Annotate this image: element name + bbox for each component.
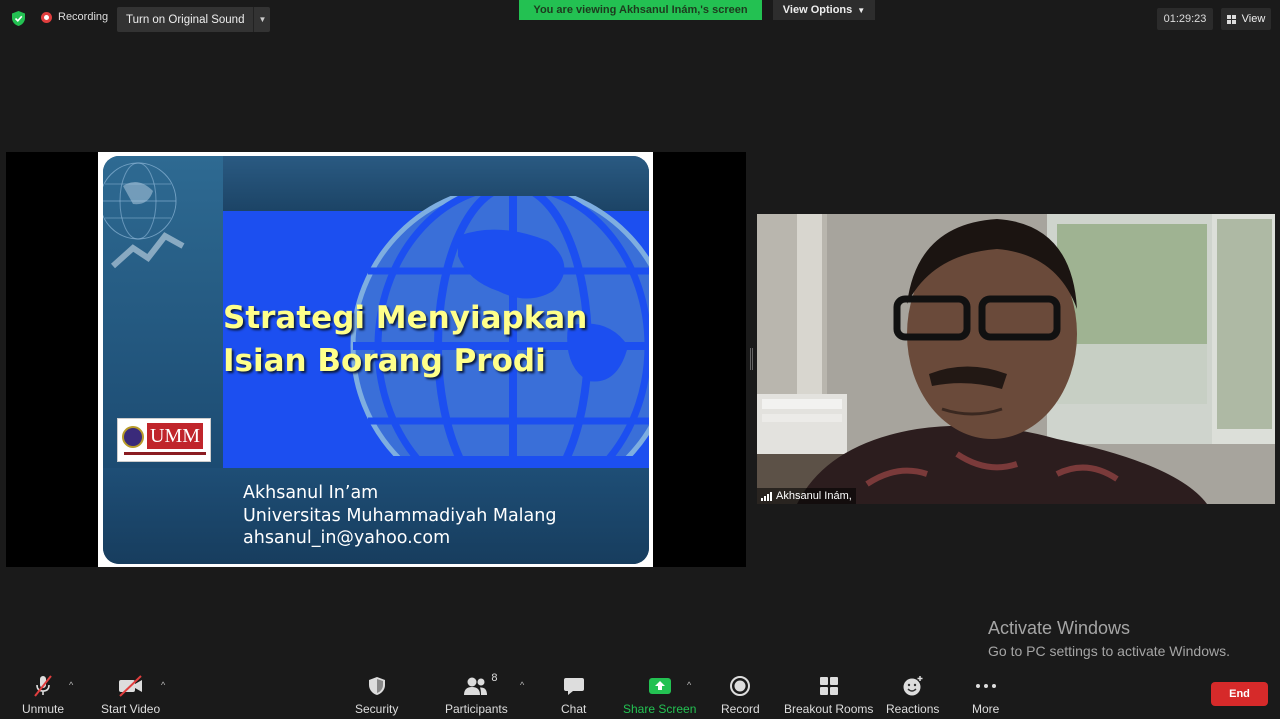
security-shield-icon[interactable]	[10, 10, 27, 27]
smiley-plus-icon[interactable]	[901, 674, 925, 698]
muted-microphone-icon[interactable]	[31, 674, 55, 698]
umm-logo-subline	[124, 452, 206, 455]
more-button[interactable]: More	[972, 674, 999, 716]
chat-bubble-icon[interactable]	[563, 674, 585, 698]
panel-resize-handle[interactable]	[750, 348, 753, 370]
participants-label[interactable]: Participants	[445, 702, 508, 716]
share-screen-label[interactable]: Share Screen	[623, 702, 696, 716]
security-button[interactable]: Security	[355, 674, 398, 716]
slide-title-line2: Isian Borang Prodi	[223, 343, 546, 379]
unmute-button[interactable]: Unmute	[22, 674, 64, 716]
watermark-title: Activate Windows	[988, 618, 1131, 638]
slide-left-panel: UMM	[103, 156, 223, 468]
record-button[interactable]: Record	[721, 674, 760, 716]
participants-icon[interactable]: 8	[463, 672, 497, 698]
video-off-icon[interactable]	[117, 674, 145, 698]
reactions-button[interactable]: Reactions	[886, 674, 939, 716]
participant-video-feed	[757, 214, 1275, 504]
audio-options-caret-icon[interactable]: ^	[69, 680, 73, 690]
umm-emblem-icon	[122, 426, 144, 448]
share-screen-icon[interactable]	[648, 674, 672, 698]
viewing-screen-banner: You are viewing Akhsanul Inám,'s screen	[519, 0, 762, 20]
globe-chart-graphic	[103, 162, 185, 269]
signal-bars-icon	[761, 491, 772, 501]
slide-title-line1: Strategi Menyiapkan	[223, 300, 588, 336]
unmute-label[interactable]: Unmute	[22, 702, 64, 716]
breakout-rooms-button[interactable]: Breakout Rooms	[784, 674, 873, 716]
participants-caret-icon[interactable]: ^	[520, 680, 524, 690]
slide-author-block: Akhsanul In’am Universitas Muhammadiyah …	[243, 482, 556, 550]
view-options-label[interactable]: View Options	[783, 4, 852, 16]
recording-label: Recording	[58, 11, 109, 23]
original-sound-button[interactable]: Turn on Original Sound ▼	[117, 7, 271, 32]
security-label[interactable]: Security	[355, 702, 398, 716]
video-options-caret-icon[interactable]: ^	[161, 680, 165, 690]
slide-title: Strategi Menyiapkan Isian Borang Prodi	[223, 297, 587, 383]
recording-dot-icon	[41, 11, 52, 23]
slide-email: ahsanul_in@yahoo.com	[243, 528, 451, 548]
start-video-button[interactable]: Start Video	[101, 674, 160, 716]
chevron-down-icon[interactable]: ▼	[857, 6, 865, 15]
share-options-caret-icon[interactable]: ^	[687, 680, 691, 690]
more-label[interactable]: More	[972, 702, 999, 716]
participants-button[interactable]: 8 Participants	[445, 672, 508, 716]
start-video-label[interactable]: Start Video	[101, 702, 160, 716]
chevron-down-icon[interactable]: ▼	[253, 7, 270, 32]
slide-author: Akhsanul In’am	[243, 483, 379, 503]
umm-logo-text: UMM	[147, 423, 204, 449]
more-dots-icon[interactable]	[974, 674, 998, 698]
security-shield-icon[interactable]	[366, 674, 388, 698]
recording-indicator: Recording	[41, 11, 108, 23]
record-label[interactable]: Record	[721, 702, 760, 716]
view-options-button[interactable]: View Options ▼	[773, 0, 875, 20]
participant-video[interactable]	[757, 214, 1275, 504]
watermark-subtitle: Go to PC settings to activate Windows.	[988, 643, 1230, 659]
original-sound-label[interactable]: Turn on Original Sound	[117, 7, 253, 32]
participant-count: 8	[491, 672, 498, 684]
participant-name-tag: Akhsanul Inám,	[757, 488, 856, 504]
meeting-timer: 01:29:23	[1157, 8, 1213, 30]
presentation-slide: UMM Strategi Menyiapkan Isian Borang Pro…	[103, 156, 649, 564]
umm-logo: UMM	[117, 418, 211, 462]
breakout-rooms-label[interactable]: Breakout Rooms	[784, 702, 873, 716]
chat-label[interactable]: Chat	[561, 702, 586, 716]
view-button[interactable]: View	[1221, 8, 1271, 30]
record-icon[interactable]	[729, 674, 751, 698]
chat-button[interactable]: Chat	[561, 674, 586, 716]
participant-name: Akhsanul Inám,	[776, 490, 852, 502]
reactions-label[interactable]: Reactions	[886, 702, 939, 716]
view-label[interactable]: View	[1242, 13, 1266, 25]
end-meeting-button[interactable]: End	[1211, 682, 1268, 706]
activate-windows-watermark: Activate Windows Go to PC settings to ac…	[988, 618, 1230, 659]
slide-university: Universitas Muhammadiyah Malang	[243, 505, 557, 526]
grid-view-icon[interactable]	[1226, 14, 1237, 24]
share-screen-button[interactable]: Share Screen	[623, 674, 696, 716]
breakout-rooms-icon[interactable]	[818, 674, 840, 698]
